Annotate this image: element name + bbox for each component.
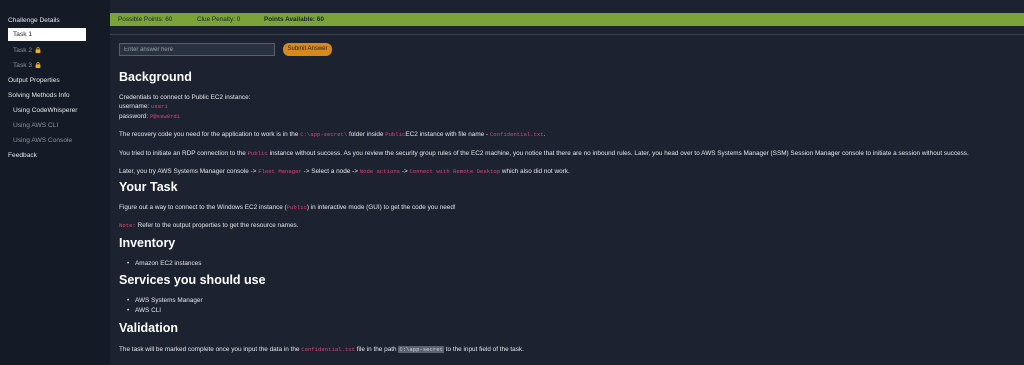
heading-your-task: Your Task — [119, 180, 178, 194]
list-item: Amazon EC2 instances — [127, 260, 201, 267]
code-public: Public — [286, 204, 307, 211]
text: EC2 instance with file name - — [405, 131, 489, 138]
sidebar-item-challenge-details[interactable]: Challenge Details — [0, 13, 110, 28]
text: -> — [401, 168, 408, 175]
credentials-intro: Credentials to connect to Public EC2 ins… — [119, 94, 251, 101]
points-available: Points Available: 60 — [264, 16, 324, 23]
sidebar-item-using-aws-console[interactable]: Using AWS Console — [0, 133, 110, 148]
code-path-highlight: C:\app-secret — [398, 346, 444, 353]
sidebar-item-task-1[interactable]: Task 1 — [8, 28, 86, 41]
sidebar-item-output-properties[interactable]: Output Properties — [0, 73, 110, 88]
code-fleet-manager: Fleet Manager — [258, 168, 302, 175]
text: file in the path — [356, 346, 397, 353]
points-bar: Possible Points: 60 Clue Penalty: 0 Poin… — [110, 13, 1024, 26]
possible-points: Possible Points: 60 — [118, 16, 173, 23]
task-description: Figure out a way to connect to the Windo… — [119, 204, 456, 211]
text: folder inside — [348, 131, 384, 138]
sidebar: Challenge Details Task 1 Task 2 Task 3 O… — [0, 0, 110, 365]
main-panel: Possible Points: 60 Clue Penalty: 0 Poin… — [110, 0, 1024, 365]
heading-validation: Validation — [119, 321, 179, 335]
heading-inventory: Inventory — [119, 236, 176, 250]
lock-icon — [35, 62, 41, 68]
recovery-paragraph: The recovery code you need for the appli… — [119, 131, 545, 138]
password-line: password: P@ssw0rd1 — [119, 113, 180, 120]
lock-icon — [35, 47, 41, 53]
text: The task will be marked complete once yo… — [119, 346, 300, 353]
code-file: Confidential.txt — [301, 346, 355, 353]
sidebar-item-feedback[interactable]: Feedback — [0, 148, 110, 163]
sidebar-item-using-codewhisperer[interactable]: Using CodeWhisperer — [0, 103, 110, 118]
text: which also did not work. — [501, 168, 570, 175]
username-line: username: user1 — [119, 103, 168, 110]
text: Figure out a way to connect to the Windo… — [119, 204, 287, 211]
sidebar-item-using-aws-cli[interactable]: Using AWS CLI — [0, 118, 110, 133]
list-item: AWS CLI — [127, 307, 161, 314]
password-value: P@ssw0rd1 — [149, 113, 181, 120]
note-label: Note: — [119, 222, 136, 229]
code-node-actions: Node actions — [359, 168, 401, 175]
divider — [110, 34, 1024, 35]
text: The recovery code you need for the appli… — [119, 131, 299, 138]
answer-input[interactable] — [119, 43, 275, 56]
sidebar-item-solving-methods[interactable]: Solving Methods Info — [0, 88, 110, 103]
later-paragraph: Later, you try AWS Systems Manager conso… — [119, 168, 570, 175]
code-public: Public — [247, 150, 268, 157]
heading-background: Background — [119, 70, 192, 84]
answer-row: Submit Answer — [119, 43, 519, 57]
sidebar-item-label: Task 3 — [13, 62, 33, 69]
validation-text: The task will be marked complete once yo… — [119, 346, 524, 353]
sidebar-item-task-3[interactable]: Task 3 — [0, 58, 110, 73]
text: to the input field of the task. — [445, 346, 524, 353]
code-file: Confidential.txt — [489, 131, 544, 138]
text: Refer to the output properties to get th… — [137, 222, 299, 229]
note-line: Note: Refer to the output properties to … — [119, 222, 299, 229]
code-public: Public — [385, 131, 406, 138]
text: You tried to initiate an RDP connection … — [119, 150, 246, 157]
text: . — [543, 131, 546, 138]
sidebar-item-label: Task 2 — [13, 47, 33, 54]
username-value: user1 — [150, 103, 168, 110]
text: Later, you try AWS Systems Manager conso… — [119, 168, 257, 175]
code-path: C:\app-secret\ — [300, 131, 348, 138]
code-connect: Connect with Remote Desktop — [409, 168, 501, 175]
text: -> Select a node -> — [303, 168, 358, 175]
text: ) in interactive mode (GUI) to get the c… — [306, 204, 456, 211]
list-item: AWS Systems Manager — [127, 297, 203, 304]
submit-answer-button[interactable]: Submit Answer — [283, 43, 332, 56]
text: instance without success. As you review … — [269, 150, 969, 157]
sidebar-item-task-2[interactable]: Task 2 — [0, 43, 110, 58]
clue-penalty: Clue Penalty: 0 — [197, 16, 241, 23]
username-label: username: — [119, 103, 150, 110]
password-label: password: — [119, 113, 149, 120]
rdp-paragraph: You tried to initiate an RDP connection … — [119, 150, 969, 157]
heading-services: Services you should use — [119, 273, 266, 287]
